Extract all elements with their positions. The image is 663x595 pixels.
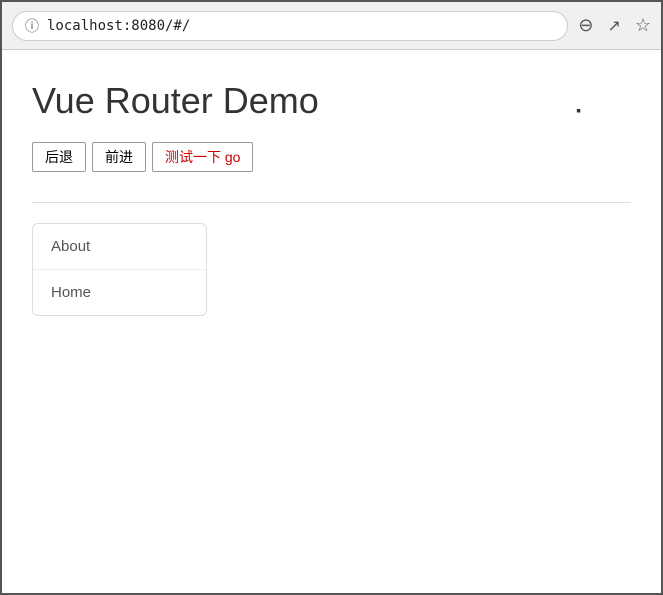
- nav-item-home[interactable]: Home: [33, 270, 206, 315]
- nav-buttons: 后退 前进 测试一下 go: [32, 142, 631, 172]
- back-button[interactable]: 后退: [32, 142, 86, 172]
- page-content: ⬝ Vue Router Demo 后退 前进 测试一下 go About Ho…: [2, 50, 661, 593]
- info-icon: ⓘ: [25, 16, 39, 36]
- nav-item-about[interactable]: About: [33, 224, 206, 270]
- nav-menu: About Home: [32, 223, 207, 316]
- bookmark-icon[interactable]: ☆: [635, 15, 651, 36]
- browser-actions: ⊖ ↗ ☆: [578, 15, 651, 36]
- zoom-out-icon[interactable]: ⊖: [578, 15, 593, 36]
- go-button[interactable]: 测试一下 go: [152, 142, 253, 172]
- browser-window: ⓘ localhost:8080/#/ ⊖ ↗ ☆ ⬝ Vue Router D…: [0, 0, 663, 595]
- page-title: Vue Router Demo: [32, 80, 631, 122]
- divider: [32, 202, 631, 203]
- address-bar[interactable]: ⓘ localhost:8080/#/: [12, 11, 568, 41]
- share-icon[interactable]: ↗: [607, 16, 620, 36]
- address-text: localhost:8080/#/: [47, 18, 190, 34]
- browser-chrome: ⓘ localhost:8080/#/ ⊖ ↗ ☆: [2, 2, 661, 50]
- forward-button[interactable]: 前进: [92, 142, 146, 172]
